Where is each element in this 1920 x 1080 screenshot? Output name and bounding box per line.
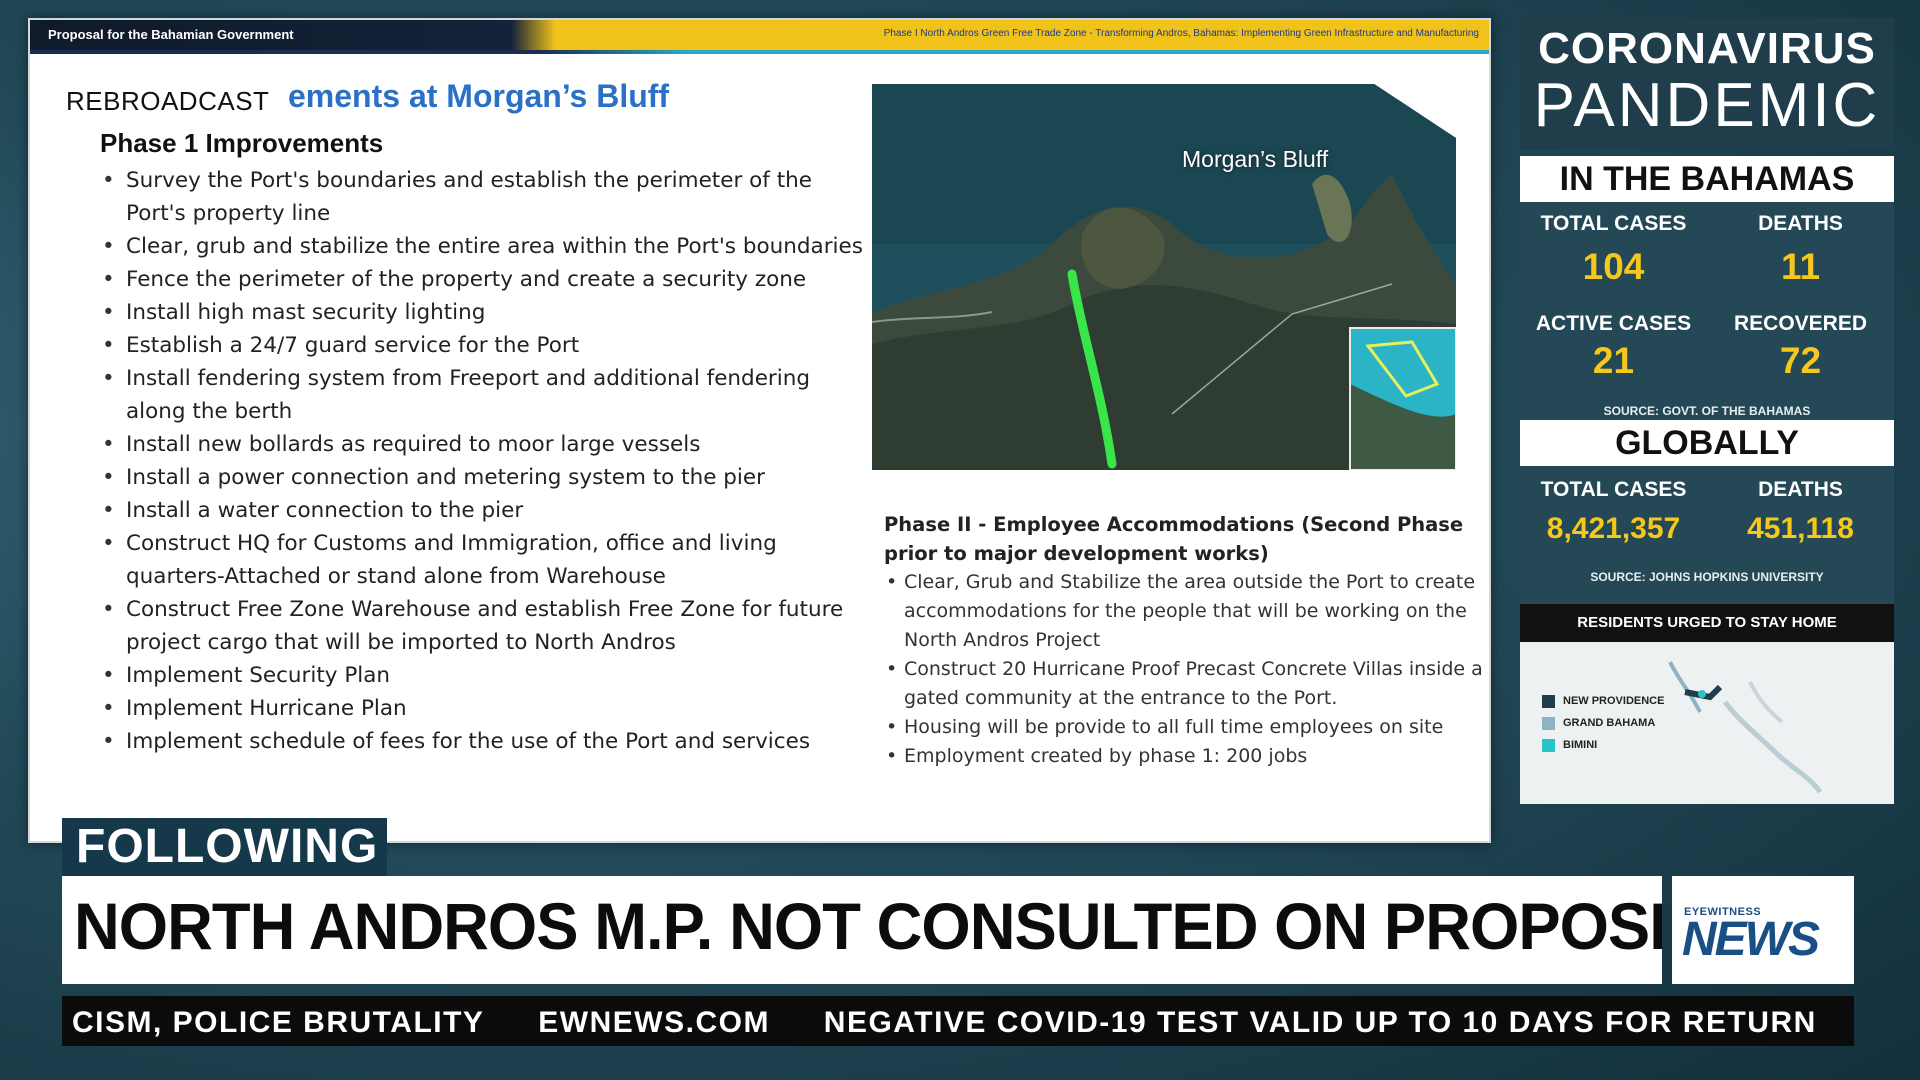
slide-header-bar: Proposal for the Bahamian Government Pha…	[30, 20, 1489, 54]
global-total-cases: TOTAL CASES 8,421,357	[1520, 478, 1707, 546]
list-item: Implement Hurricane Plan	[100, 692, 870, 725]
legend-label: BIMINI	[1563, 739, 1598, 751]
bahamas-stats: TOTAL CASES 104 DEATHS 11 ACTIVE CASES 2…	[1520, 202, 1894, 426]
headline-text: NORTH ANDROS M.P. NOT CONSULTED ON PROPO…	[74, 889, 1662, 963]
list-item: Construct 20 Hurricane Proof Precast Con…	[884, 655, 1484, 713]
panel-title: CORONAVIRUS PANDEMIC	[1520, 18, 1894, 150]
bahamas-recovered: RECOVERED 72	[1707, 312, 1894, 382]
stat-value: 72	[1779, 340, 1822, 381]
list-item: Implement schedule of fees for the use o…	[100, 725, 870, 758]
slide-header-right: Phase I North Andros Green Free Trade Zo…	[883, 28, 1479, 39]
stat-value: 8,421,357	[1546, 512, 1681, 545]
list-item: Construct HQ for Customs and Immigration…	[100, 527, 870, 593]
ticker-item: NEGATIVE COVID-19 TEST VALID UP TO 10 DA…	[823, 1006, 1817, 1039]
list-item: Install a power connection and metering …	[100, 461, 870, 494]
ticker-track: CISM, POLICE BRUTALITY EWNEWS.COM NEGATI…	[72, 1006, 1854, 1040]
bahamas-source: SOURCE: GOVT. OF THE BAHAMAS	[1603, 404, 1811, 418]
bahamas-heading: IN THE BAHAMAS	[1520, 156, 1894, 202]
stat-value: 451,118	[1747, 512, 1854, 545]
list-item: Clear, Grub and Stabilize the area outsi…	[884, 568, 1484, 655]
ticker-item: CISM, POLICE BRUTALITY	[72, 1006, 485, 1039]
satellite-map	[872, 84, 1456, 470]
list-item: Survey the Port's boundaries and establi…	[100, 164, 870, 230]
panel-title-line2: PANDEMIC	[1533, 71, 1881, 140]
list-item: Employment created by phase 1: 200 jobs	[884, 742, 1484, 771]
bahamas-deaths: DEATHS 11	[1707, 212, 1894, 288]
rebroadcast-label: REBROADCAST	[66, 86, 270, 116]
presentation-slide: Proposal for the Bahamian Government Pha…	[28, 18, 1491, 843]
list-item: Housing will be provide to all full time…	[884, 713, 1484, 742]
bahamas-active-cases: ACTIVE CASES 21	[1520, 312, 1707, 382]
list-item: Implement Security Plan	[100, 659, 870, 692]
legend-label: GRAND BAHAMA	[1563, 717, 1656, 729]
list-item: Install a water connection to the pier	[100, 494, 870, 527]
legend-item: NEW PROVIDENCE	[1542, 690, 1664, 712]
stat-value: 104	[1582, 246, 1645, 287]
stat-label: TOTAL CASES	[1540, 212, 1687, 235]
list-item: Clear, grub and stabilize the entire are…	[100, 230, 870, 263]
legend-item: BIMINI	[1542, 734, 1664, 756]
stat-value: 21	[1592, 340, 1635, 381]
phase1-heading: Phase 1 Improvements	[100, 128, 384, 158]
slide-title: ements at Morgan’s Bluff	[288, 78, 670, 114]
slide-header-underline	[30, 50, 1489, 54]
global-stats: TOTAL CASES 8,421,357 DEATHS 451,118 SOU…	[1520, 466, 1894, 604]
slide-header-left: Proposal for the Bahamian Government	[48, 27, 294, 42]
stat-label: DEATHS	[1758, 478, 1843, 501]
list-item: Install new bollards as required to moor…	[100, 428, 870, 461]
stat-value: 11	[1780, 246, 1821, 287]
eyewitness-news-logo: EYEWITNESS NEWS	[1672, 876, 1854, 984]
list-item: Install fendering system from Freeport a…	[100, 362, 870, 428]
list-item: Construct Free Zone Warehouse and establ…	[100, 593, 870, 659]
stat-label: TOTAL CASES	[1540, 478, 1687, 501]
legend-swatch	[1542, 694, 1555, 708]
legend-swatch	[1542, 716, 1555, 730]
stat-label: DEATHS	[1758, 212, 1843, 235]
bahamas-total-cases: TOTAL CASES 104	[1520, 212, 1707, 288]
map-label: Morgan’s Bluff	[1182, 146, 1329, 172]
ticker-item: EWNEWS.COM	[538, 1006, 770, 1039]
logo-big-text: NEWS	[1682, 913, 1820, 966]
residents-legend: NEW PROVIDENCE GRAND BAHAMA BIMINI	[1542, 690, 1664, 756]
legend-label: NEW PROVIDENCE	[1563, 695, 1665, 707]
pandemic-panel: CORONAVIRUS PANDEMIC IN THE BAHAMAS TOTA…	[1520, 18, 1894, 808]
list-item: Establish a 24/7 guard service for the P…	[100, 329, 870, 362]
news-ticker: CISM, POLICE BRUTALITY EWNEWS.COM NEGATI…	[62, 996, 1854, 1046]
residents-heading: RESIDENTS URGED TO STAY HOME	[1520, 604, 1894, 642]
legend-swatch	[1542, 738, 1555, 752]
panel-title-line1: CORONAVIRUS	[1538, 24, 1876, 73]
global-heading: GLOBALLY	[1520, 420, 1894, 466]
headline-bar: NORTH ANDROS M.P. NOT CONSULTED ON PROPO…	[62, 876, 1662, 984]
phase2-heading: Phase II - Employee Accommodations (Seco…	[884, 513, 1464, 565]
phase1-list: Survey the Port's boundaries and establi…	[100, 164, 870, 758]
list-item: Install high mast security lighting	[100, 296, 870, 329]
stat-label: RECOVERED	[1733, 312, 1868, 335]
residents-map: NEW PROVIDENCE GRAND BAHAMA BIMINI	[1520, 642, 1894, 804]
phase2-list: Clear, Grub and Stabilize the area outsi…	[884, 568, 1484, 771]
legend-item: GRAND BAHAMA	[1542, 712, 1664, 734]
list-item: Fence the perimeter of the property and …	[100, 263, 870, 296]
following-tag: FOLLOWING	[62, 818, 387, 878]
global-deaths: DEATHS 451,118	[1707, 478, 1894, 546]
stat-label: ACTIVE CASES	[1535, 312, 1692, 335]
global-source: SOURCE: JOHNS HOPKINS UNIVERSITY	[1590, 570, 1824, 584]
